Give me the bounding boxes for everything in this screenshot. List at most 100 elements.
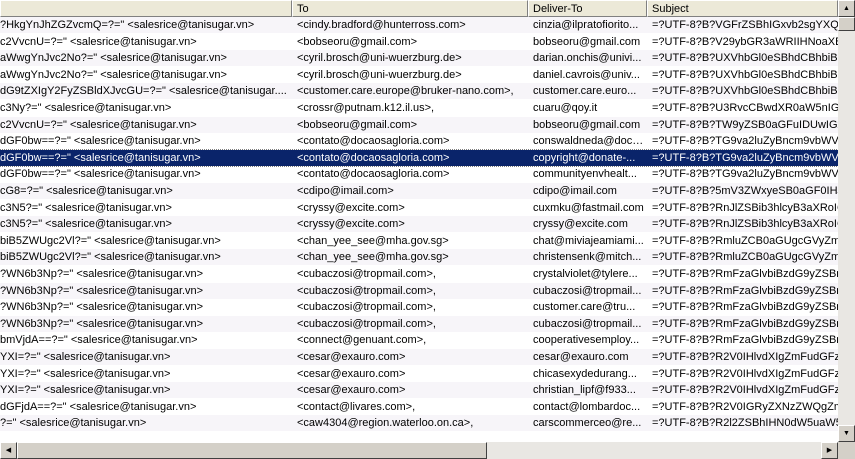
cell-to: <cryssy@excite.com> bbox=[297, 202, 405, 214]
cell-to: <bobseoru@gmail.com> bbox=[297, 36, 418, 48]
table-row[interactable]: ?WN6b3Np?=" <salesrice@tanisugar.vn> <cub… bbox=[0, 283, 838, 299]
table-row[interactable]: biB5ZWUgc2Vl?=" <salesrice@tanisugar.vn>… bbox=[0, 233, 838, 249]
cell-subject: =?UTF-8?B?R2l2ZSBhIHN0dW5uaW5n bbox=[652, 417, 838, 429]
cell-deliver-to: chat@miviajeamiami... bbox=[533, 235, 644, 247]
cell-subject: =?UTF-8?B?RnJlZSBib3hlcyB3aXRoIGl bbox=[652, 202, 838, 214]
message-list-grid[interactable]: To Deliver-To Subject ?HkgYnJhZGZvcmQ=?=… bbox=[0, 0, 838, 459]
horizontal-scroll-thumb[interactable] bbox=[17, 442, 487, 459]
cell-from: dGF0bw==?=" <salesrice@tanisugar.vn> bbox=[0, 135, 201, 147]
cell-subject: =?UTF-8?B?UXVhbGl0eSBhdCBhbiBhZ bbox=[652, 52, 838, 64]
cell-from: YXI=?=" <salesrice@tanisugar.vn> bbox=[0, 368, 171, 380]
cell-deliver-to: carscommerceo@re... bbox=[533, 417, 642, 429]
cell-subject: =?UTF-8?B?RmFzaGlvbiBzdG9yZSBnY bbox=[652, 268, 838, 280]
cell-to: <cryssy@excite.com> bbox=[297, 218, 405, 230]
cell-subject: =?UTF-8?B?RmFzaGlvbiBzdG9yZSBnY bbox=[652, 334, 838, 346]
column-header-deliver-to[interactable]: Deliver-To bbox=[528, 0, 647, 17]
cell-to: <connect@genuant.com>, bbox=[297, 334, 427, 346]
table-row[interactable]: c3Ny?=" <salesrice@tanisugar.vn> <crossr@… bbox=[0, 100, 838, 116]
table-row[interactable]: dGF0bw==?=" <salesrice@tanisugar.vn> <con… bbox=[0, 133, 838, 149]
table-row[interactable]: aWwgYnJvc2No?=" <salesrice@tanisugar.vn>… bbox=[0, 50, 838, 66]
cell-to: <cesar@exauro.com> bbox=[297, 368, 406, 380]
table-row[interactable]: dGF0bw==?=" <salesrice@tanisugar.vn> <con… bbox=[0, 149, 838, 167]
table-row[interactable]: c2VvcnU=?=" <salesrice@tanisugar.vn> <bob… bbox=[0, 117, 838, 133]
cell-subject: =?UTF-8?B?R2V0IHlvdXIgZmFudGFzd bbox=[652, 351, 838, 363]
cell-to: <cdipo@imail.com> bbox=[297, 185, 394, 197]
table-row[interactable]: c3N5?=" <salesrice@tanisugar.vn> <cryssy@… bbox=[0, 200, 838, 216]
cell-to: <cubaczosi@tropmail.com>, bbox=[297, 268, 436, 280]
table-row[interactable]: dG9tZXIgY2FyZSBldXJvcGU=?=" <salesrice@t… bbox=[0, 83, 838, 99]
cell-deliver-to: copyright@donate-... bbox=[533, 152, 636, 164]
cell-deliver-to: cesar@exauro.com bbox=[533, 351, 629, 363]
table-row[interactable]: YXI=?=" <salesrice@tanisugar.vn> <cesar@e… bbox=[0, 349, 838, 365]
scroll-up-arrow-icon[interactable]: ▲ bbox=[838, 0, 855, 17]
cell-deliver-to: cooperativesemploy... bbox=[533, 334, 640, 346]
cell-from: ?HkgYnJhZGZvcmQ=?=" <salesrice@tanisugar… bbox=[0, 19, 255, 31]
cell-subject: =?UTF-8?B?U3RvcCBwdXR0aW5nIGl0 bbox=[652, 102, 838, 114]
cell-to: <cubaczosi@tropmail.com>, bbox=[297, 301, 436, 313]
vertical-scroll-thumb[interactable] bbox=[838, 17, 855, 31]
cell-subject: =?UTF-8?B?RnJlZSBib3hlcyB3aXRoIGl bbox=[652, 218, 838, 230]
cell-deliver-to: cinzia@ilpratofiorito... bbox=[533, 19, 639, 31]
cell-subject: =?UTF-8?B?TG9va2luZyBncm9vbWVk bbox=[652, 168, 838, 180]
cell-to: <cindy.bradford@hunterross.com> bbox=[297, 19, 466, 31]
cell-deliver-to: daniel.cavrois@univ... bbox=[533, 69, 640, 81]
cell-from: cG8=?=" <salesrice@tanisugar.vn> bbox=[0, 185, 173, 197]
cell-deliver-to: christensenk@mitch... bbox=[533, 251, 642, 263]
cell-from: dGFjdA==?=" <salesrice@tanisugar.vn> bbox=[0, 401, 197, 413]
cell-from: bmVjdA==?=" <salesrice@tanisugar.vn> bbox=[0, 334, 198, 346]
column-header-to[interactable]: To bbox=[292, 0, 528, 17]
cell-subject: =?UTF-8?B?RmluZCB0aGUgcGVyZmVj bbox=[652, 235, 838, 247]
cell-from: c3N5?=" <salesrice@tanisugar.vn> bbox=[0, 202, 172, 214]
cell-deliver-to: contact@lombardoc... bbox=[533, 401, 641, 413]
horizontal-scrollbar[interactable]: ◀ ▶ bbox=[0, 442, 838, 459]
table-row[interactable]: YXI=?=" <salesrice@tanisugar.vn> <cesar@e… bbox=[0, 366, 838, 382]
cell-subject: =?UTF-8?B?TG9va2luZyBncm9vbWVk bbox=[652, 135, 838, 147]
table-row[interactable]: c3N5?=" <salesrice@tanisugar.vn> <cryssy@… bbox=[0, 216, 838, 232]
vertical-scrollbar[interactable]: ▲ ▼ bbox=[838, 0, 855, 442]
table-row[interactable]: dGF0bw==?=" <salesrice@tanisugar.vn> <con… bbox=[0, 166, 838, 182]
cell-from: biB5ZWUgc2Vl?=" <salesrice@tanisugar.vn> bbox=[0, 235, 221, 247]
cell-deliver-to: chicasexydedurang... bbox=[533, 368, 637, 380]
table-row[interactable]: ?WN6b3Np?=" <salesrice@tanisugar.vn> <cub… bbox=[0, 299, 838, 315]
scroll-right-arrow-icon[interactable]: ▶ bbox=[821, 442, 838, 459]
cell-from: ?WN6b3Np?=" <salesrice@tanisugar.vn> bbox=[0, 268, 204, 280]
cell-to: <chan_yee_see@mha.gov.sg> bbox=[297, 251, 449, 263]
table-row[interactable]: bmVjdA==?=" <salesrice@tanisugar.vn> <con… bbox=[0, 332, 838, 348]
table-row[interactable]: c2VvcnU=?=" <salesrice@tanisugar.vn> <bob… bbox=[0, 34, 838, 50]
cell-subject: =?UTF-8?B?UXVhbGl0eSBhdCBhbiBhZ bbox=[652, 85, 838, 97]
cell-to: <cesar@exauro.com> bbox=[297, 351, 406, 363]
cell-deliver-to: conswaldneda@doca... bbox=[533, 135, 647, 147]
table-row[interactable]: ?HkgYnJhZGZvcmQ=?=" <salesrice@tanisugar… bbox=[0, 17, 838, 33]
table-row[interactable]: YXI=?=" <salesrice@tanisugar.vn> <cesar@e… bbox=[0, 382, 838, 398]
cell-to: <customer.care.europe@bruker-nano.com>, bbox=[297, 85, 514, 97]
cell-subject: =?UTF-8?B?VGFrZSBhIGxvb2sgYXQgb bbox=[652, 19, 838, 31]
cell-to: <cesar@exauro.com> bbox=[297, 384, 406, 396]
scroll-left-arrow-icon[interactable]: ◀ bbox=[0, 442, 17, 459]
cell-from: dGF0bw==?=" <salesrice@tanisugar.vn> bbox=[0, 152, 201, 164]
cell-subject: =?UTF-8?B?R2V0IGRyZXNzZWQgZm9 bbox=[652, 401, 838, 413]
cell-to: <cubaczosi@tropmail.com>, bbox=[297, 285, 436, 297]
cell-from: c3Ny?=" <salesrice@tanisugar.vn> bbox=[0, 102, 172, 114]
column-header-subject[interactable]: Subject bbox=[647, 0, 838, 17]
table-row[interactable]: ?WN6b3Np?=" <salesrice@tanisugar.vn> <cub… bbox=[0, 266, 838, 282]
cell-subject: =?UTF-8?B?V29ybGR3aWRIIHNoaXBwa bbox=[652, 36, 838, 48]
table-row[interactable]: ?=" <salesrice@tanisugar.vn> <caw4304@reg… bbox=[0, 415, 838, 431]
table-row[interactable]: biB5ZWUgc2Vl?=" <salesrice@tanisugar.vn>… bbox=[0, 249, 838, 265]
cell-to: <crossr@putnam.k12.il.us>, bbox=[297, 102, 435, 114]
table-row[interactable]: ?WN6b3Np?=" <salesrice@tanisugar.vn> <cub… bbox=[0, 316, 838, 332]
table-row[interactable]: aWwgYnJvc2No?=" <salesrice@tanisugar.vn>… bbox=[0, 67, 838, 83]
cell-from: YXI=?=" <salesrice@tanisugar.vn> bbox=[0, 351, 171, 363]
scroll-down-arrow-icon[interactable]: ▼ bbox=[838, 425, 855, 442]
cell-to: <cyril.brosch@uni-wuerzburg.de> bbox=[297, 52, 462, 64]
cell-to: <contato@docaosagloria.com> bbox=[297, 152, 450, 164]
cell-deliver-to: christian_lipf@f933... bbox=[533, 384, 636, 396]
cell-subject: =?UTF-8?B?TW9yZSB0aGFuIDUwIGx bbox=[652, 119, 838, 131]
cell-from: YXI=?=" <salesrice@tanisugar.vn> bbox=[0, 384, 171, 396]
cell-deliver-to: cuxmku@fastmail.com bbox=[533, 202, 644, 214]
table-row[interactable]: cG8=?=" <salesrice@tanisugar.vn> <cdipo@i… bbox=[0, 183, 838, 199]
cell-from: c2VvcnU=?=" <salesrice@tanisugar.vn> bbox=[0, 36, 197, 48]
column-header-from[interactable] bbox=[0, 0, 292, 17]
cell-subject: =?UTF-8?B?RmFzaGlvbiBzdG9yZSBnY bbox=[652, 318, 838, 330]
cell-to: <caw4304@region.waterloo.on.ca>, bbox=[297, 417, 474, 429]
table-row[interactable]: dGFjdA==?=" <salesrice@tanisugar.vn> <con… bbox=[0, 399, 838, 415]
